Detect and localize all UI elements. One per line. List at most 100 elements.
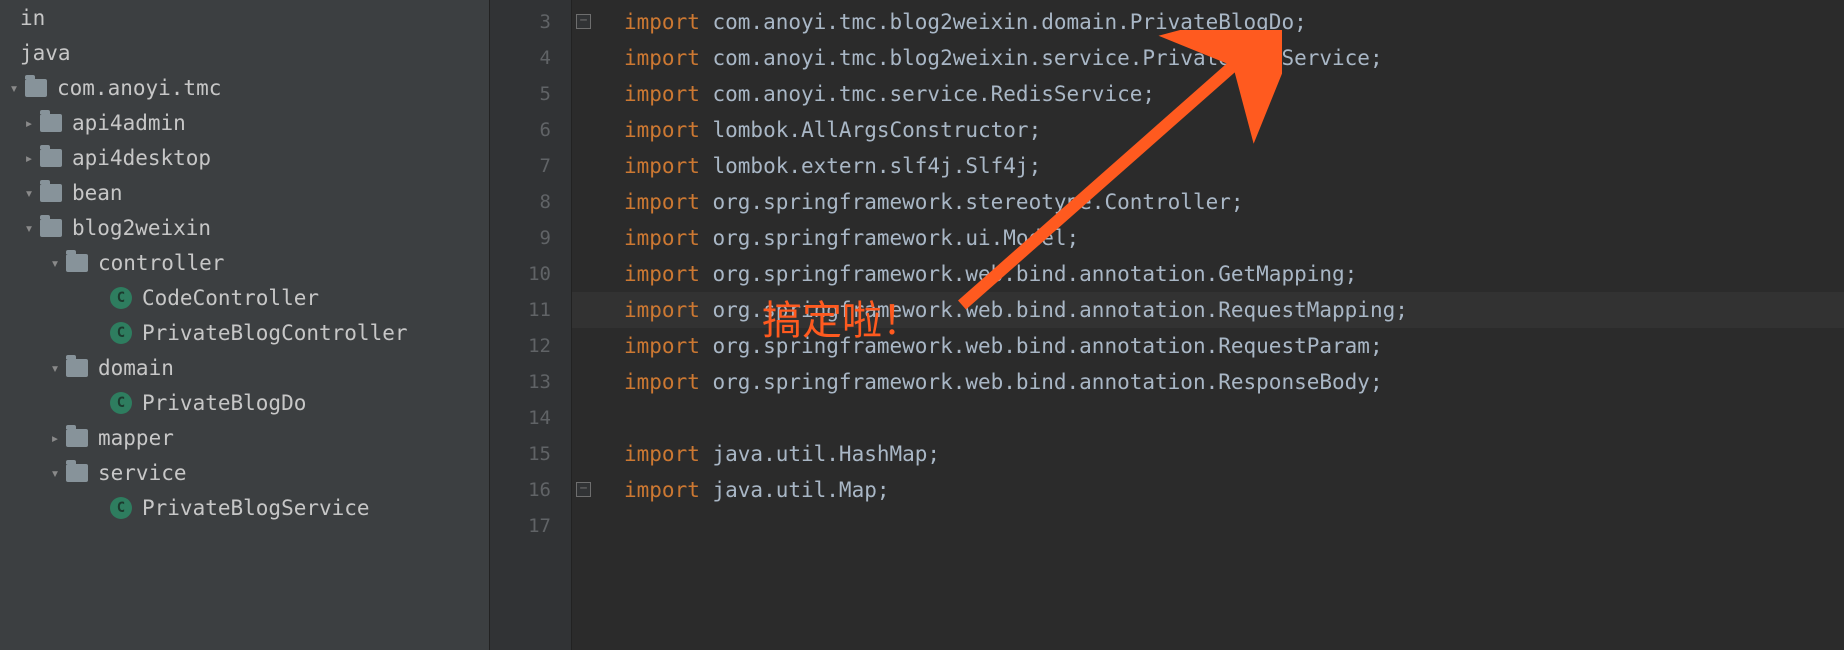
tree-row[interactable]: ▸ api4admin — [0, 105, 489, 140]
chevron-right-icon[interactable]: ▸ — [46, 429, 64, 447]
chevron-down-icon[interactable]: ▾ — [46, 254, 64, 272]
code-line[interactable]: −import java.util.Map; — [572, 472, 1844, 508]
code-text: com.anoyi.tmc.blog2weixin.service.Privat… — [700, 46, 1383, 70]
fold-collapse-icon[interactable]: − — [576, 14, 591, 29]
tree-row[interactable]: ▸ api4desktop — [0, 140, 489, 175]
line-number: 9 — [490, 220, 571, 256]
tree-row[interactable]: ▸CCodeController — [0, 280, 489, 315]
tree-item-label: CodeController — [142, 286, 319, 310]
keyword: import — [624, 82, 700, 106]
class-icon: C — [110, 287, 132, 309]
keyword: import — [624, 262, 700, 286]
code-line[interactable]: import com.anoyi.tmc.blog2weixin.service… — [572, 40, 1844, 76]
tree-item-label: in — [20, 6, 45, 30]
keyword: import — [624, 10, 700, 34]
tree-row[interactable]: ▸in — [0, 0, 489, 35]
tree-item-label: PrivateBlogController — [142, 321, 408, 345]
tree-row[interactable]: ▾ domain — [0, 350, 489, 385]
tree-item-label: PrivateBlogDo — [142, 391, 306, 415]
tree-row[interactable]: ▸java — [0, 35, 489, 70]
code-line[interactable]: import com.anoyi.tmc.service.RedisServic… — [572, 76, 1844, 112]
tree-item-label: mapper — [98, 426, 174, 450]
code-line[interactable]: import org.springframework.web.bind.anno… — [572, 256, 1844, 292]
line-number: 13 — [490, 364, 571, 400]
keyword: import — [624, 154, 700, 178]
line-number: 6 — [490, 112, 571, 148]
chevron-down-icon[interactable]: ▾ — [46, 464, 64, 482]
chevron-down-icon[interactable]: ▾ — [20, 184, 38, 202]
project-tree-panel: ▸in▸java▾com.anoyi.tmc▸api4admin▸api4des… — [0, 0, 490, 650]
tree-row[interactable]: ▾ com.anoyi.tmc — [0, 70, 489, 105]
tree-row[interactable]: ▾ blog2weixin — [0, 210, 489, 245]
folder-icon — [40, 184, 62, 202]
code-editor[interactable]: − import com.anoyi.tmc.blog2weixin.domain… — [572, 0, 1844, 650]
chevron-down-icon[interactable]: ▾ — [20, 219, 38, 237]
line-number-gutter: 34567891011121314151617 — [490, 0, 572, 650]
tree-item-label: service — [98, 461, 187, 485]
keyword: import — [624, 298, 700, 322]
code-line[interactable]: import org.springframework.ui.Model; — [572, 220, 1844, 256]
code-line[interactable]: − import com.anoyi.tmc.blog2weixin.domain… — [572, 4, 1844, 40]
fold-collapse-icon[interactable]: − — [576, 482, 591, 497]
tree-row[interactable]: ▾ service — [0, 455, 489, 490]
line-number: 3 — [490, 4, 571, 40]
line-number: 7 — [490, 148, 571, 184]
chevron-down-icon[interactable]: ▾ — [5, 79, 23, 97]
code-text: org.springframework.stereotype.Controlle… — [700, 190, 1244, 214]
tree-item-label: bean — [72, 181, 123, 205]
tree-item-label: blog2weixin — [72, 216, 211, 240]
code-line[interactable] — [572, 508, 1844, 544]
code-text: org.springframework.web.bind.annotation.… — [700, 370, 1383, 394]
code-line[interactable]: import org.springframework.web.bind.anno… — [572, 292, 1844, 328]
folder-icon — [40, 219, 62, 237]
code-text: org.springframework.ui.Model; — [700, 226, 1079, 250]
code-text: com.anoyi.tmc.service.RedisService; — [700, 82, 1155, 106]
code-line[interactable]: import org.springframework.web.bind.anno… — [572, 364, 1844, 400]
chevron-right-icon[interactable]: ▸ — [20, 114, 38, 132]
folder-icon — [40, 149, 62, 167]
line-number: 10 — [490, 256, 571, 292]
tree-item-label: controller — [98, 251, 224, 275]
keyword: import — [624, 46, 700, 70]
tree-row[interactable]: ▾ controller — [0, 245, 489, 280]
tree-row[interactable]: ▸CPrivateBlogService — [0, 490, 489, 525]
code-line[interactable] — [572, 400, 1844, 436]
tree-item-label: com.anoyi.tmc — [57, 76, 221, 100]
code-text: org.springframework.web.bind.annotation.… — [700, 298, 1408, 322]
line-number: 8 — [490, 184, 571, 220]
tree-row[interactable]: ▸CPrivateBlogDo — [0, 385, 489, 420]
tree-row[interactable]: ▾ bean — [0, 175, 489, 210]
tree-item-label: java — [20, 41, 71, 65]
tree-item-label: domain — [98, 356, 174, 380]
keyword: import — [624, 442, 700, 466]
keyword: import — [624, 334, 700, 358]
line-number: 14 — [490, 400, 571, 436]
line-number: 17 — [490, 508, 571, 544]
line-number: 12 — [490, 328, 571, 364]
line-number: 11 — [490, 292, 571, 328]
code-text: lombok.extern.slf4j.Slf4j; — [700, 154, 1041, 178]
tree-item-label: api4desktop — [72, 146, 211, 170]
code-text: org.springframework.web.bind.annotation.… — [700, 262, 1357, 286]
folder-icon — [40, 114, 62, 132]
code-line[interactable]: import org.springframework.web.bind.anno… — [572, 328, 1844, 364]
line-number: 5 — [490, 76, 571, 112]
class-icon: C — [110, 392, 132, 414]
code-text: org.springframework.web.bind.annotation.… — [700, 334, 1383, 358]
code-line[interactable]: import lombok.AllArgsConstructor; — [572, 112, 1844, 148]
code-line[interactable]: import lombok.extern.slf4j.Slf4j; — [572, 148, 1844, 184]
code-line[interactable]: import org.springframework.stereotype.Co… — [572, 184, 1844, 220]
chevron-down-icon[interactable]: ▾ — [46, 359, 64, 377]
chevron-right-icon[interactable]: ▸ — [20, 149, 38, 167]
tree-row[interactable]: ▸ mapper — [0, 420, 489, 455]
folder-icon — [66, 429, 88, 447]
folder-icon — [66, 359, 88, 377]
tree-row[interactable]: ▸CPrivateBlogController — [0, 315, 489, 350]
line-number: 16 — [490, 472, 571, 508]
keyword: import — [624, 190, 700, 214]
line-number: 4 — [490, 40, 571, 76]
code-line[interactable]: import java.util.HashMap; — [572, 436, 1844, 472]
code-text: com.anoyi.tmc.blog2weixin.domain.Private… — [700, 10, 1307, 34]
tree-item-label: api4admin — [72, 111, 186, 135]
keyword: import — [624, 478, 700, 502]
